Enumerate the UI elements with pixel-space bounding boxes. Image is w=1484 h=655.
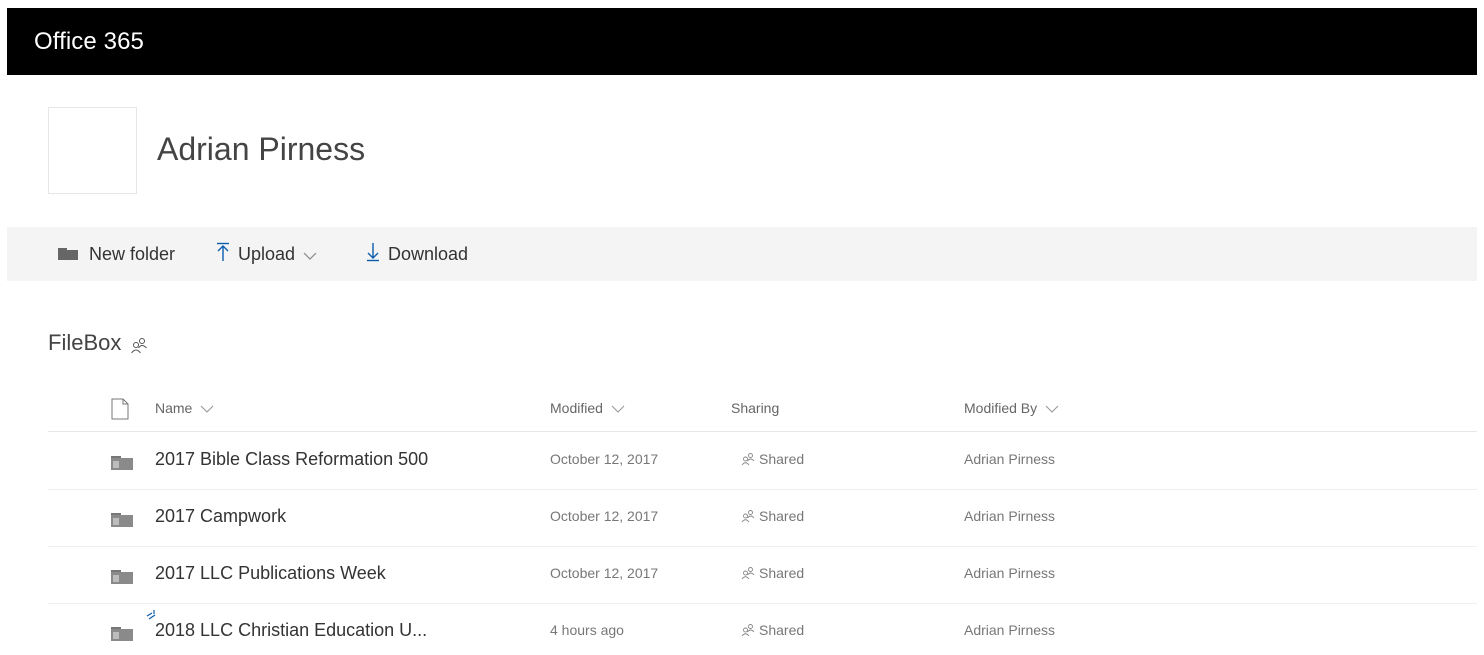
site-logo[interactable] — [48, 107, 137, 194]
row-name[interactable]: 2017 Bible Class Reformation 500 — [155, 449, 428, 470]
people-icon[interactable] — [130, 334, 148, 354]
download-label: Download — [388, 243, 469, 264]
row-modified: October 12, 2017 — [550, 565, 659, 581]
row-name[interactable]: 2017 Campwork — [155, 506, 286, 527]
row-modified: October 12, 2017 — [550, 451, 659, 467]
people-icon — [741, 624, 755, 637]
row-name[interactable]: 2018 LLC Christian Education U... — [155, 620, 427, 641]
column-header-name[interactable]: Name — [155, 400, 214, 416]
table-row[interactable]: 2017 LLC Publications Week October 12, 2… — [48, 547, 1477, 604]
folder-icon — [111, 570, 133, 584]
people-icon — [741, 567, 755, 580]
list-header: Name Modified Sharing Modified By — [48, 390, 1477, 432]
row-modified-by[interactable]: Adrian Pirness — [964, 508, 1055, 524]
row-modified-by[interactable]: Adrian Pirness — [964, 565, 1055, 581]
column-header-modified[interactable]: Modified — [550, 400, 625, 416]
row-sharing[interactable]: Shared — [741, 508, 804, 524]
row-sharing[interactable]: Shared — [741, 622, 804, 638]
chevron-down-icon — [1045, 400, 1059, 416]
suite-header: Office 365 — [7, 8, 1477, 75]
new-folder-label: New folder — [89, 243, 176, 264]
upload-arrow-icon — [216, 242, 230, 266]
column-header-modified-by[interactable]: Modified By — [964, 400, 1059, 416]
chevron-down-icon — [200, 400, 214, 416]
library-title-text[interactable]: FileBox — [48, 330, 121, 356]
row-modified: October 12, 2017 — [550, 508, 659, 524]
row-sharing[interactable]: Shared — [741, 451, 804, 467]
app-title[interactable]: Office 365 — [34, 28, 144, 56]
column-header-sharing[interactable]: Sharing — [731, 400, 779, 416]
new-folder-button[interactable]: New folder — [58, 227, 175, 281]
column-header-sharing-label: Sharing — [731, 400, 780, 416]
site-title[interactable]: Adrian Pirness — [157, 131, 365, 168]
people-icon — [741, 453, 755, 466]
table-row[interactable]: 2017 Campwork October 12, 2017 Shared Ad… — [48, 490, 1477, 547]
column-header-modified-label: Modified — [550, 400, 603, 416]
row-sharing-label: Shared — [759, 508, 805, 524]
column-header-name-label: Name — [155, 400, 193, 416]
row-name[interactable]: 2017 LLC Publications Week — [155, 563, 386, 584]
upload-label: Upload — [238, 243, 296, 264]
row-modified: 4 hours ago — [550, 622, 624, 638]
document-icon[interactable] — [111, 398, 129, 420]
folder-icon — [111, 513, 133, 527]
row-sharing-label: Shared — [759, 451, 805, 467]
upload-button[interactable]: Upload — [216, 227, 317, 281]
download-button[interactable]: Download — [366, 227, 468, 281]
folder-icon — [111, 627, 133, 641]
table-row[interactable]: 2017 Bible Class Reformation 500 October… — [48, 433, 1477, 490]
download-arrow-icon — [366, 242, 380, 266]
row-sharing-label: Shared — [759, 622, 805, 638]
chevron-down-icon — [611, 400, 625, 416]
folder-icon — [58, 248, 78, 260]
library-title: FileBox — [48, 330, 148, 356]
chevron-down-icon — [303, 244, 317, 265]
new-item-icon — [146, 608, 158, 620]
command-bar: New folder Upload Download — [7, 227, 1477, 281]
row-sharing-label: Shared — [759, 565, 805, 581]
table-row[interactable]: 2018 LLC Christian Education U... 4 hour… — [48, 604, 1477, 655]
folder-icon — [111, 456, 133, 470]
row-modified-by[interactable]: Adrian Pirness — [964, 622, 1055, 638]
row-modified-by[interactable]: Adrian Pirness — [964, 451, 1055, 467]
row-sharing[interactable]: Shared — [741, 565, 804, 581]
people-icon — [741, 510, 755, 523]
column-header-modified-by-label: Modified By — [964, 400, 1038, 416]
